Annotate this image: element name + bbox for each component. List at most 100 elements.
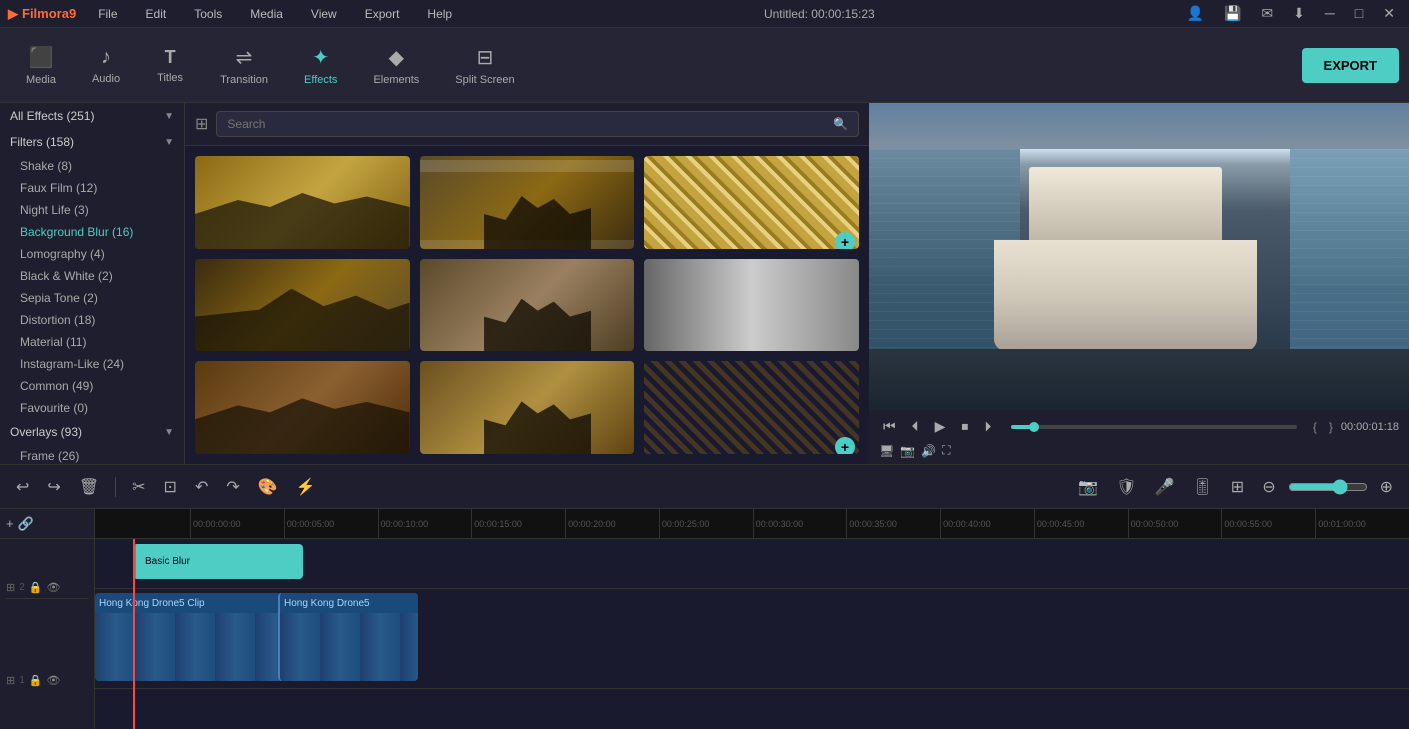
plus-icon[interactable]: ⊕ xyxy=(1374,473,1399,501)
disc-silhouette xyxy=(195,289,410,352)
toolbar-media[interactable]: ⬛ Media xyxy=(10,39,72,92)
effect-thumb-blur-bars xyxy=(420,156,635,249)
menu-view[interactable]: View xyxy=(305,5,343,23)
link-button[interactable]: 🔗 xyxy=(18,516,34,532)
effect-item-grey[interactable]: Grey xyxy=(644,259,859,352)
audio-mix-icon[interactable]: 🎚 xyxy=(1186,473,1218,501)
filters-header[interactable]: Filters (158) ▼ xyxy=(0,129,184,155)
progress-bar[interactable] xyxy=(1011,425,1296,429)
zoom-slider[interactable] xyxy=(1288,479,1368,495)
overlays-header[interactable]: Overlays (93) ▼ xyxy=(0,419,184,445)
sidebar-item-distortion[interactable]: Distortion (18) xyxy=(0,309,184,331)
time-marker-12: 00:01:00:00 xyxy=(1315,509,1409,539)
menu-edit[interactable]: Edit xyxy=(140,5,173,23)
cut-button[interactable]: ✂ xyxy=(126,473,151,501)
effect-item-frosted[interactable]: Frosted xyxy=(420,259,635,352)
pip-icon[interactable]: ⊞ xyxy=(1225,473,1250,501)
monitor-icon[interactable]: 🖥 xyxy=(879,444,894,458)
search-input[interactable] xyxy=(227,117,827,131)
next-button[interactable]: ⏵ xyxy=(980,416,995,437)
sidebar-item-sepia-tone[interactable]: Sepia Tone (2) xyxy=(0,287,184,309)
speed-button[interactable]: ⚡ xyxy=(290,473,322,501)
effect-item-blur-bars[interactable]: Blur Bars xyxy=(420,156,635,249)
mail-icon[interactable]: ✉ xyxy=(1255,5,1279,22)
rotate-left-button[interactable]: ↶ xyxy=(189,473,214,501)
minimize-button[interactable]: ─ xyxy=(1319,5,1341,22)
effect-item-basic-blur[interactable]: Basic Blur xyxy=(195,156,410,249)
sidebar-item-common[interactable]: Common (49) xyxy=(0,375,184,397)
sidebar-item-black-white[interactable]: Black & White (2) xyxy=(0,265,184,287)
timeline-header-controls: + 🔗 xyxy=(0,509,95,538)
sky xyxy=(869,103,1409,149)
undo-button[interactable]: ↩ xyxy=(10,473,35,501)
effect-item-disc1[interactable]: Disc 1 xyxy=(195,259,410,352)
menu-help[interactable]: Help xyxy=(421,5,458,23)
effect-thumb-diamonds: + xyxy=(644,156,859,249)
toolbar-audio[interactable]: ♪ Audio xyxy=(76,40,136,91)
redo-button[interactable]: ↪ xyxy=(41,473,66,501)
sidebar-item-faux-film[interactable]: Faux Film (12) xyxy=(0,177,184,199)
menu-tools[interactable]: Tools xyxy=(188,5,228,23)
progress-knob xyxy=(1029,422,1039,432)
mic-icon[interactable]: 🎤 xyxy=(1149,473,1181,501)
effect-clip-basic-blur[interactable]: Basic Blur xyxy=(133,544,303,579)
stop-button[interactable]: ⏹ xyxy=(957,416,972,437)
menu-media[interactable]: Media xyxy=(244,5,289,23)
add-track-button[interactable]: + xyxy=(6,516,14,531)
playhead[interactable] xyxy=(133,539,135,729)
track-1-controls: ⊞ 1 🔒 👁 xyxy=(6,674,88,687)
crop-button[interactable]: ⊡ xyxy=(158,473,183,501)
effect-item-diamonds[interactable]: + Diamonds xyxy=(644,156,859,249)
all-effects-header[interactable]: All Effects (251) ▼ xyxy=(0,103,184,129)
video-clip-2[interactable]: Hong Kong Drone5 xyxy=(278,593,418,681)
menu-export[interactable]: Export xyxy=(359,5,406,23)
camera-icon[interactable]: 📷 xyxy=(1072,473,1104,501)
maximize-button[interactable]: □ xyxy=(1349,5,1369,22)
effect-item-9[interactable]: + xyxy=(644,361,859,454)
fullscreen-button[interactable]: ⛶ xyxy=(942,443,950,458)
grid-view-icon[interactable]: ⊞ xyxy=(195,114,208,134)
left-panel: All Effects (251) ▼ Filters (158) ▼ Shak… xyxy=(0,103,185,464)
save-icon[interactable]: 💾 xyxy=(1218,5,1247,22)
menu-file[interactable]: File xyxy=(92,5,123,23)
sidebar-item-favourite[interactable]: Favourite (0) xyxy=(0,397,184,419)
color-button[interactable]: 🎨 xyxy=(252,473,284,501)
sidebar-item-instagram-like[interactable]: Instagram-Like (24) xyxy=(0,353,184,375)
toolbar-titles[interactable]: T Titles xyxy=(140,41,200,90)
shield-icon[interactable]: 🛡 xyxy=(1110,473,1142,501)
track-1-lock-icon[interactable]: 🔒 xyxy=(29,674,43,687)
sidebar-item-frame[interactable]: Frame (26) xyxy=(0,445,184,464)
time-marker-9: 00:00:45:00 xyxy=(1034,509,1128,539)
minus-icon[interactable]: ⊖ xyxy=(1256,473,1281,501)
toolbar-transition[interactable]: ⇌ Transition xyxy=(204,39,284,92)
play-button[interactable]: ▶ xyxy=(931,416,950,437)
sidebar-item-material[interactable]: Material (11) xyxy=(0,331,184,353)
effect-item-7[interactable] xyxy=(195,361,410,454)
close-button[interactable]: ✕ xyxy=(1377,5,1401,22)
track-1-eye-icon[interactable]: 👁 xyxy=(46,674,60,687)
volume-button[interactable]: 🔊 xyxy=(921,444,936,458)
toolbar-effects[interactable]: ✦ Effects xyxy=(288,39,353,92)
sidebar-item-night-life[interactable]: Night Life (3) xyxy=(0,199,184,221)
snapshot-button[interactable]: 📷 xyxy=(900,444,915,458)
effect-item-8[interactable] xyxy=(420,361,635,454)
rotate-right-button[interactable]: ↷ xyxy=(220,473,245,501)
toolbar-elements[interactable]: ◆ Elements xyxy=(357,39,435,92)
user-icon[interactable]: 👤 xyxy=(1181,5,1210,22)
effect-thumb-disc1 xyxy=(195,259,410,352)
sidebar-item-background-blur[interactable]: Background Blur (16) xyxy=(0,221,184,243)
progress-fill xyxy=(1011,425,1034,429)
prev-frame-button[interactable]: ⏮ xyxy=(879,416,900,437)
export-button[interactable]: EXPORT xyxy=(1302,48,1399,83)
track-2-lock-icon[interactable]: 🔒 xyxy=(29,581,43,594)
video-clip-1-label: Hong Kong Drone5 Clip xyxy=(99,598,205,609)
delete-button[interactable]: 🗑 xyxy=(73,473,105,501)
sidebar-item-shake[interactable]: Shake (8) xyxy=(0,155,184,177)
prev-button[interactable]: ⏴ xyxy=(908,416,923,437)
sidebar-item-lomography[interactable]: Lomography (4) xyxy=(0,243,184,265)
track-2-eye-icon[interactable]: 👁 xyxy=(46,581,60,594)
bracket-right[interactable]: } xyxy=(1329,420,1333,434)
toolbar-split-screen[interactable]: ⊟ Split Screen xyxy=(439,39,530,92)
bracket-left[interactable]: { xyxy=(1313,420,1317,434)
download-icon[interactable]: ⬇ xyxy=(1287,5,1311,22)
